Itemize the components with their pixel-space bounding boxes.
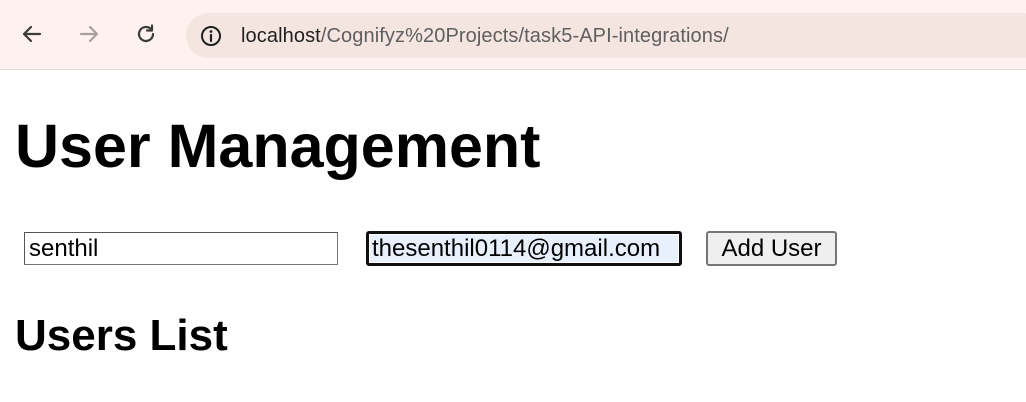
url-path: /Cognifyz%20Projects/task5-API-integrati… (320, 25, 729, 47)
arrow-left-icon (22, 25, 42, 43)
browser-toolbar: localhost/Cognifyz%20Projects/task5-API-… (0, 0, 1026, 70)
back-button[interactable] (14, 16, 50, 52)
info-icon[interactable] (198, 23, 223, 48)
reload-button[interactable] (128, 16, 164, 52)
forward-button[interactable] (71, 16, 107, 52)
email-input[interactable] (366, 231, 682, 266)
url-text[interactable]: localhost/Cognifyz%20Projects/task5-API-… (241, 24, 729, 48)
address-bar[interactable]: localhost/Cognifyz%20Projects/task5-API-… (186, 13, 1026, 58)
reload-icon (137, 24, 155, 43)
page-content: User Management Add User Users List (0, 71, 1026, 402)
page-title: User Management (15, 112, 541, 180)
users-list-heading: Users List (15, 311, 228, 360)
add-user-button[interactable]: Add User (706, 231, 837, 266)
name-input[interactable] (24, 232, 338, 265)
arrow-right-icon (79, 25, 99, 43)
url-host: localhost (241, 25, 321, 47)
